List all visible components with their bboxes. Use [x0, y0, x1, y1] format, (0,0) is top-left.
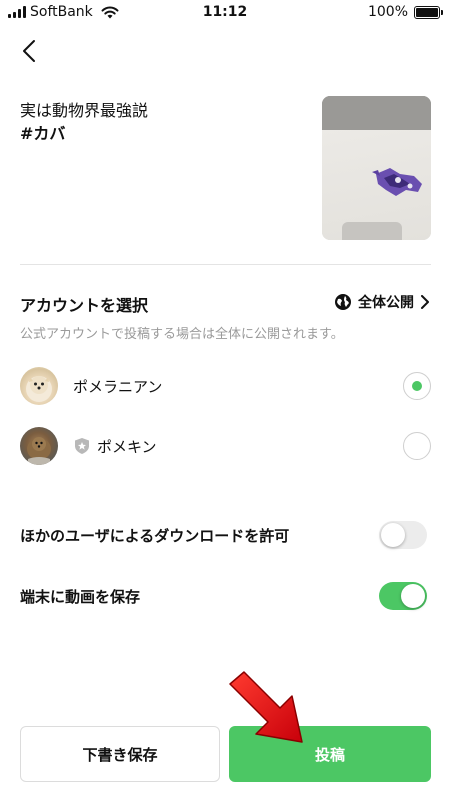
- battery-cap: [441, 9, 443, 15]
- section-divider: [20, 264, 431, 265]
- save-video-toggle[interactable]: [379, 582, 427, 610]
- toggle-knob: [401, 584, 425, 608]
- pomeranian-photo: [27, 437, 51, 465]
- wifi-icon: [101, 6, 119, 18]
- status-left: SoftBank: [8, 4, 119, 20]
- allow-download-toggle[interactable]: [379, 521, 427, 549]
- thumbnail-wall: [322, 96, 431, 130]
- radio-selected-dot: [412, 381, 422, 391]
- annotation-arrow-icon: [229, 671, 303, 743]
- chevron-right-icon: [421, 295, 429, 309]
- allow-download-row: ほかのユーザによるダウンロードを許可: [20, 519, 431, 551]
- visibility-label: 全体公開: [358, 295, 414, 311]
- chevron-left-icon: [23, 40, 35, 62]
- thumbnail-shadow: [342, 222, 402, 240]
- official-account-shield-icon: [75, 438, 89, 454]
- status-bar: SoftBank 11:12 100%: [0, 0, 450, 26]
- battery-percentage: 100%: [367, 4, 408, 20]
- visibility-note: 公式アカウントで投稿する場合は全体に公開されます。: [20, 327, 344, 342]
- post-caption: 実は動物界最強説: [20, 101, 149, 120]
- battery-icon: [414, 5, 443, 19]
- toggle-knob: [381, 523, 405, 547]
- battery-level: [416, 7, 438, 17]
- save-video-row: 端末に動画を保存: [20, 580, 431, 612]
- status-right: 100%: [367, 4, 443, 20]
- account-radio-selected[interactable]: [403, 372, 431, 400]
- video-thumbnail[interactable]: [322, 96, 431, 240]
- save-video-label: 端末に動画を保存: [20, 587, 141, 606]
- pomeranian-photo: [26, 376, 52, 402]
- allow-download-label: ほかのユーザによるダウンロードを許可: [20, 526, 290, 545]
- account-radio-unselected[interactable]: [403, 432, 431, 460]
- back-button[interactable]: [14, 36, 44, 66]
- account-row-pomeranian[interactable]: ポメラニアン: [20, 366, 431, 406]
- globe-icon: [335, 294, 351, 310]
- avatar: [20, 367, 58, 405]
- visibility-selector[interactable]: 全体公開: [334, 292, 430, 312]
- account-section-title: アカウントを選択: [20, 296, 149, 315]
- account-row-pomekin[interactable]: ポメキン: [20, 426, 431, 466]
- carrier-name: SoftBank: [30, 4, 93, 20]
- account-name: ポメキン: [97, 437, 157, 456]
- toy-figure-image: [372, 168, 422, 196]
- account-name: ポメラニアン: [73, 377, 163, 396]
- cellular-signal-icon: [8, 6, 26, 18]
- save-draft-button[interactable]: 下書き保存: [20, 726, 220, 782]
- post-hashtag: #カバ: [20, 124, 66, 143]
- avatar: [20, 427, 58, 465]
